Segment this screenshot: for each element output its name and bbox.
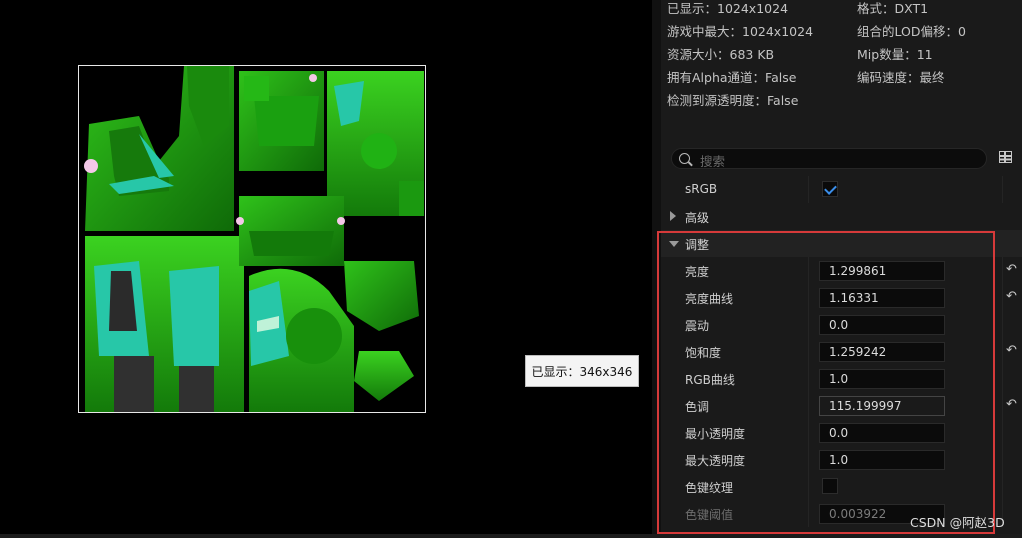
info-lod-bias: 组合的LOD偏移：0 <box>857 24 966 39</box>
column-divider <box>1002 392 1003 419</box>
property-row-hue: 色调 115.199997 ↶ <box>661 392 1022 419</box>
property-row-brightness: 亮度 1.299861 ↶ <box>661 257 1022 284</box>
reset-to-default-icon[interactable]: ↶ <box>1006 263 1020 277</box>
rgb-curve-input[interactable]: 1.0 <box>819 369 945 389</box>
info-max-in-game: 游戏中最大：1024x1024 <box>667 24 814 39</box>
texture-image <box>79 66 425 412</box>
srgb-checkbox[interactable] <box>822 181 838 197</box>
column-divider <box>1002 419 1003 446</box>
column-divider <box>1002 284 1003 311</box>
property-label: 震动 <box>685 319 710 333</box>
property-label: 最小透明度 <box>685 427 746 441</box>
bottom-border <box>0 534 1022 538</box>
property-label: 饱和度 <box>685 346 722 360</box>
property-row-srgb: sRGB <box>661 176 1022 203</box>
column-divider <box>808 338 809 365</box>
category-label: 调整 <box>685 238 710 252</box>
info-format: 格式：DXT1 <box>857 1 929 16</box>
property-row-min-alpha: 最小透明度 0.0 <box>661 419 1022 446</box>
reset-to-default-icon[interactable]: ↶ <box>1006 344 1020 358</box>
column-divider <box>808 419 809 446</box>
chroma-key-checkbox[interactable] <box>822 478 838 494</box>
property-label: 最大透明度 <box>685 454 746 468</box>
property-row-brightness-curve: 亮度曲线 1.16331 ↶ <box>661 284 1022 311</box>
property-label: 色键阈值 <box>685 508 734 522</box>
brightness-input[interactable]: 1.299861 <box>819 261 945 281</box>
reset-to-default-icon[interactable]: ↶ <box>1006 290 1020 304</box>
info-has-alpha: 拥有Alpha通道：False <box>667 70 797 85</box>
column-divider <box>808 257 809 284</box>
column-divider <box>1002 176 1003 203</box>
min-alpha-input[interactable]: 0.0 <box>819 423 945 443</box>
column-divider <box>808 500 809 527</box>
expand-arrow-icon[interactable] <box>670 211 676 221</box>
column-divider <box>1002 257 1003 284</box>
column-divider <box>808 446 809 473</box>
property-row-vibrance: 震动 0.0 <box>661 311 1022 338</box>
column-divider <box>808 284 809 311</box>
texture-preview <box>78 65 426 413</box>
column-divider <box>1002 365 1003 392</box>
property-label: 亮度曲线 <box>685 292 734 306</box>
property-label: 色调 <box>685 400 710 414</box>
column-divider <box>808 176 809 203</box>
collapse-arrow-icon[interactable] <box>669 241 679 247</box>
search-icon <box>679 153 690 164</box>
column-divider <box>1002 473 1003 500</box>
info-detected-alpha: 检测到源透明度：False <box>667 93 799 108</box>
table-view-icon[interactable] <box>999 151 1012 163</box>
details-panel: 已显示：1024x1024 游戏中最大：1024x1024 资源大小：683 K… <box>661 0 1022 538</box>
category-advanced[interactable]: 高级 <box>661 203 1022 230</box>
column-divider <box>808 311 809 338</box>
max-alpha-input[interactable]: 1.0 <box>819 450 945 470</box>
search-input[interactable]: 搜索 <box>671 148 987 169</box>
property-label: RGB曲线 <box>685 373 735 387</box>
property-label: sRGB <box>685 182 718 196</box>
column-divider <box>1002 446 1003 473</box>
column-divider <box>808 365 809 392</box>
property-row-chroma-key-texture: 色键纹理 <box>661 473 1022 500</box>
property-row-rgb-curve: RGB曲线 1.0 <box>661 365 1022 392</box>
property-label: 亮度 <box>685 265 710 279</box>
info-displayed: 已显示：1024x1024 <box>667 1 789 16</box>
info-mip-count: Mip数量：11 <box>857 47 933 62</box>
search-placeholder: 搜索 <box>700 154 726 169</box>
texture-viewport[interactable]: 已显示：346x346 <box>0 0 652 538</box>
category-adjust[interactable]: 调整 <box>661 230 1022 257</box>
property-row-max-alpha: 最大透明度 1.0 <box>661 446 1022 473</box>
info-resource-size: 资源大小：683 KB <box>667 47 775 62</box>
column-divider <box>1002 311 1003 338</box>
column-divider <box>1002 338 1003 365</box>
brightness-curve-input[interactable]: 1.16331 <box>819 288 945 308</box>
property-label: 色键纹理 <box>685 481 734 495</box>
category-label: 高级 <box>685 211 710 225</box>
column-divider <box>808 473 809 500</box>
property-row-saturation: 饱和度 1.259242 ↶ <box>661 338 1022 365</box>
watermark: CSDN @阿赵3D <box>910 515 1005 530</box>
info-encode-speed: 编码速度：最终 <box>857 70 945 85</box>
vibrance-input[interactable]: 0.0 <box>819 315 945 335</box>
reset-to-default-icon[interactable]: ↶ <box>1006 398 1020 412</box>
display-size-tooltip: 已显示：346x346 <box>525 355 639 387</box>
panel-splitter[interactable] <box>652 0 661 538</box>
hue-input[interactable]: 115.199997 <box>819 396 945 416</box>
column-divider <box>808 392 809 419</box>
saturation-input[interactable]: 1.259242 <box>819 342 945 362</box>
